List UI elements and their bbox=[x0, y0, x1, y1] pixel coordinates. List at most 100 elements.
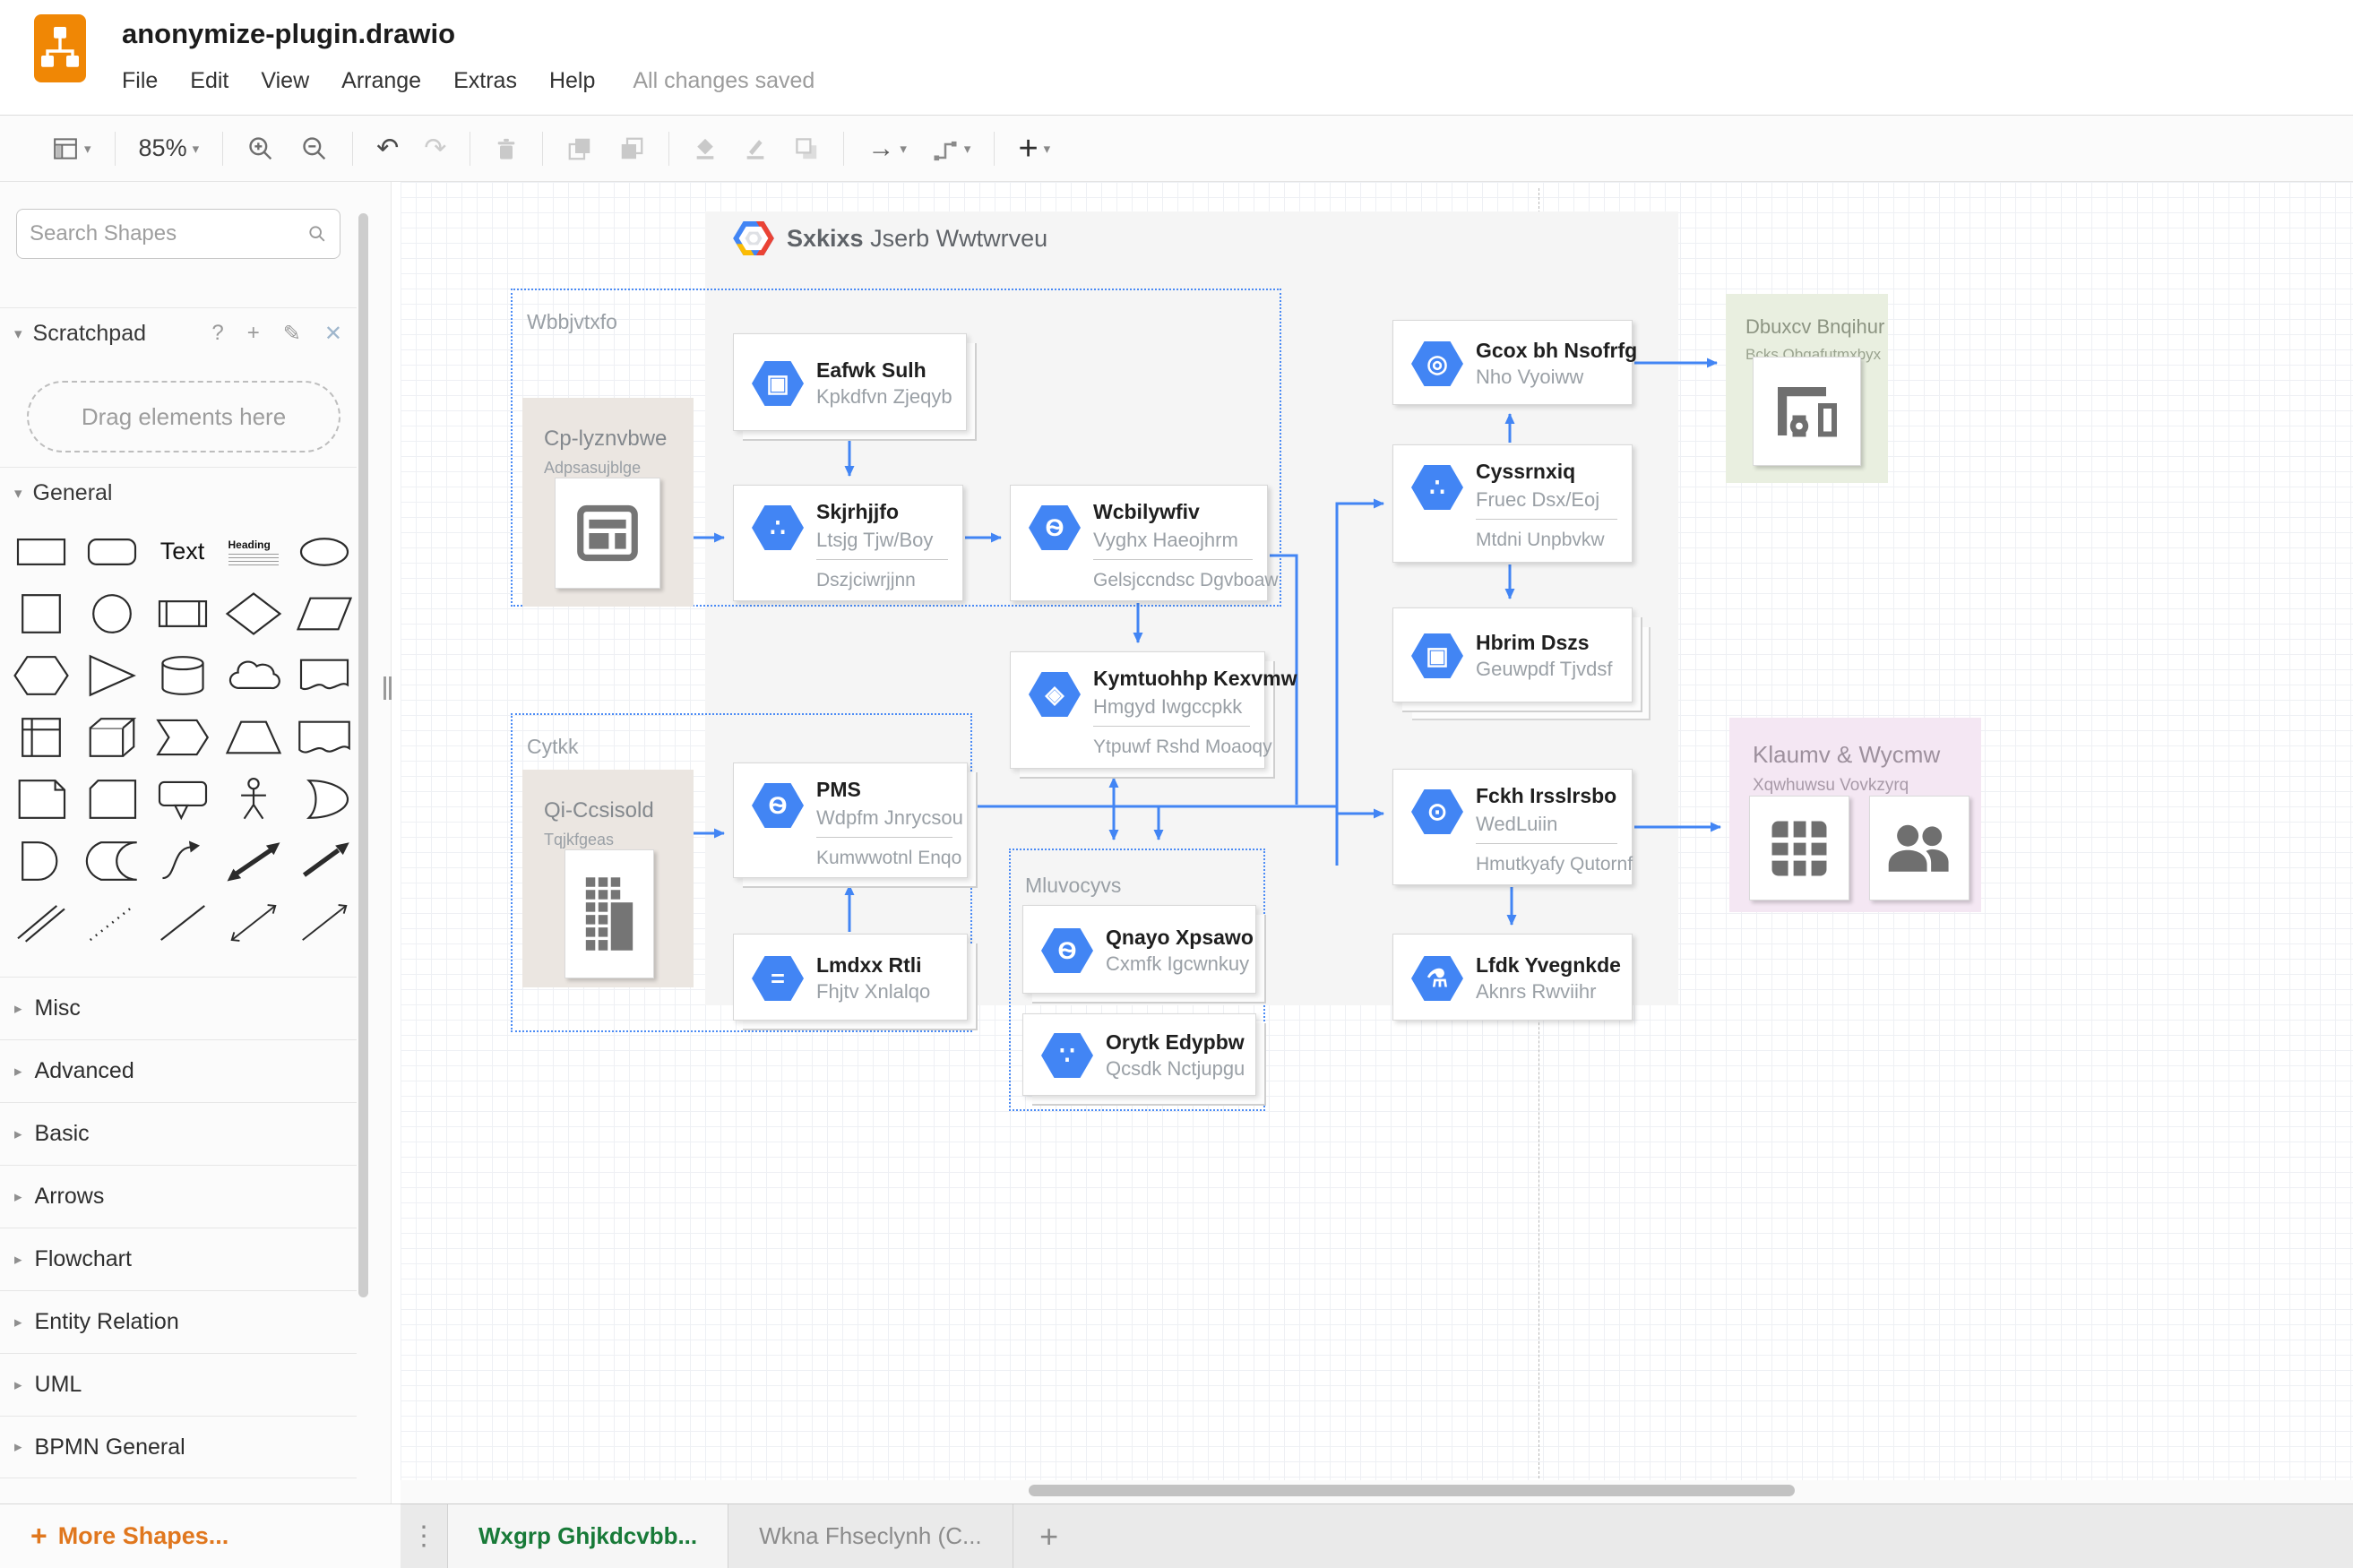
redo-button[interactable]: ↷ bbox=[424, 134, 446, 162]
section-advanced[interactable]: ▸ Advanced bbox=[0, 1039, 357, 1102]
node-lfdk[interactable]: ⚗ Lfdk Yvegnkde Aknrs Rwviihr bbox=[1392, 934, 1633, 1021]
to-back-button[interactable] bbox=[618, 135, 645, 162]
section-basic[interactable]: ▸ Basic bbox=[0, 1102, 357, 1165]
help-icon[interactable]: ? bbox=[211, 321, 223, 347]
shape-curve[interactable] bbox=[147, 830, 218, 892]
node-skjrhjjfo[interactable]: ∴ Skjrhjjfo Ltsjg Tjw/Boy Dszjciwrjjnn bbox=[733, 485, 963, 601]
shadow-button[interactable] bbox=[793, 135, 820, 162]
zoom-level-dropdown[interactable]: 85% ▾ bbox=[139, 134, 200, 162]
view-panels-button[interactable]: ▾ bbox=[52, 135, 91, 162]
shape-hexagon[interactable] bbox=[5, 644, 76, 706]
shape-diamond[interactable] bbox=[218, 582, 289, 644]
menu-view[interactable]: View bbox=[261, 68, 309, 94]
shape-cloud[interactable] bbox=[218, 644, 289, 706]
node-gcox[interactable]: ◎ Gcox bh Nsofrfg Nho Vyoiww bbox=[1392, 320, 1637, 405]
shape-directional-connector[interactable] bbox=[289, 892, 359, 953]
node-wcbilywfiv[interactable]: Ѳ Wcbilywfiv Vyghx Haeojhrm Gelsjccndsc … bbox=[1010, 485, 1279, 601]
pages-menu-button[interactable]: ⋮ bbox=[401, 1504, 447, 1568]
undo-button[interactable]: ↶ bbox=[376, 134, 399, 162]
shape-bidirectional-connector[interactable] bbox=[218, 892, 289, 953]
node-lmdxx[interactable]: = Lmdxx Rtli Fhjtv Xnlalqo bbox=[733, 934, 968, 1021]
scratchpad-dropzone[interactable]: Drag elements here bbox=[27, 381, 340, 452]
zoom-in-button[interactable] bbox=[246, 134, 275, 163]
sidebar-scrollbar[interactable] bbox=[358, 213, 368, 1297]
fill-color-button[interactable] bbox=[693, 135, 718, 162]
zoom-out-button[interactable] bbox=[300, 134, 329, 163]
delete-button[interactable] bbox=[494, 135, 519, 162]
node-cyssrnxiq[interactable]: ∴ Cyssrnxiq Fruec Dsx/Eoj Mtdni Unpbvkw bbox=[1392, 444, 1633, 563]
zone-qi-ccsisold[interactable]: Qi-Ccsisold Tqjkfgeas bbox=[522, 770, 694, 987]
node-orytk[interactable]: ∵ Orytk Edypbw Qcsdk Nctjupgu bbox=[1022, 1013, 1256, 1096]
node-pms[interactable]: Ѳ PMS Wdpfm Jnrycsou Kumwwotnl Enqo bbox=[733, 762, 968, 878]
waypoint-style-button[interactable]: ▾ bbox=[932, 135, 970, 162]
zone-cp-lyznvbwe[interactable]: Cp-lyznvbwe Adpsasujblge bbox=[522, 398, 694, 607]
shape-text[interactable]: Text bbox=[147, 521, 218, 582]
shape-step[interactable] bbox=[147, 706, 218, 768]
shape-document[interactable] bbox=[289, 644, 359, 706]
menu-edit[interactable]: Edit bbox=[190, 68, 228, 94]
insert-button[interactable]: + ▾ bbox=[1018, 132, 1050, 166]
shape-circle[interactable] bbox=[76, 582, 147, 644]
menu-file[interactable]: File bbox=[122, 68, 158, 94]
shape-actor[interactable] bbox=[218, 768, 289, 830]
shape-or[interactable] bbox=[289, 768, 359, 830]
general-section-header[interactable]: ▾ General bbox=[0, 467, 357, 519]
shape-ellipse[interactable] bbox=[289, 521, 359, 582]
shape-and[interactable] bbox=[5, 830, 76, 892]
menu-arrange[interactable]: Arrange bbox=[341, 68, 421, 94]
shape-rectangle[interactable] bbox=[5, 521, 76, 582]
genomics-icon: Ѳ bbox=[1029, 505, 1081, 550]
shape-bidirectional-arrow[interactable] bbox=[218, 830, 289, 892]
shape-callout[interactable] bbox=[147, 768, 218, 830]
scratchpad-header[interactable]: ▾ Scratchpad ? + ✎ ✕ bbox=[0, 307, 357, 359]
shape-square[interactable] bbox=[5, 582, 76, 644]
horizontal-scrollbar[interactable] bbox=[1029, 1485, 1795, 1496]
shape-cylinder[interactable] bbox=[147, 644, 218, 706]
tab-inactive-page[interactable]: Wkna Fhseclynh (C... bbox=[728, 1504, 1013, 1568]
add-page-button[interactable]: + bbox=[1013, 1504, 1085, 1568]
shape-data-storage[interactable] bbox=[76, 830, 147, 892]
edit-icon[interactable]: ✎ bbox=[283, 321, 301, 347]
shape-arrow[interactable] bbox=[289, 830, 359, 892]
menu-help[interactable]: Help bbox=[549, 68, 595, 94]
node-qnayo[interactable]: Ѳ Qnayo Xpsawo Cxmfk Igcwnkuy bbox=[1022, 905, 1256, 994]
shape-internal-storage[interactable] bbox=[5, 706, 76, 768]
add-icon[interactable]: + bbox=[247, 321, 260, 347]
shape-dotted-line[interactable] bbox=[76, 892, 147, 953]
menu-extras[interactable]: Extras bbox=[453, 68, 517, 94]
zone-dbuxcv-bnqihur[interactable]: Dbuxcv Bnqihur Bcks Obqafutmxbyx bbox=[1726, 294, 1888, 483]
node-hbrim[interactable]: ▣ Hbrim Dszs Geuwpdf Tjvdsf bbox=[1392, 607, 1633, 702]
section-arrows[interactable]: ▸ Arrows bbox=[0, 1165, 357, 1228]
shape-parallelogram[interactable] bbox=[289, 582, 359, 644]
shape-triangle[interactable] bbox=[76, 644, 147, 706]
shape-line[interactable] bbox=[147, 892, 218, 953]
shape-process[interactable] bbox=[147, 582, 218, 644]
node-fckh[interactable]: ⊙ Fckh Irsslrsbo WedLuiin Hmutkyafy Quto… bbox=[1392, 769, 1633, 885]
shape-link[interactable] bbox=[5, 892, 76, 953]
search-shapes-box[interactable] bbox=[16, 209, 340, 259]
node-eafwk[interactable]: ▣ Eafwk Sulh Kpkdfvn Zjeqyb bbox=[733, 333, 967, 431]
save-status: All changes saved bbox=[633, 68, 815, 93]
shape-tape[interactable] bbox=[289, 706, 359, 768]
section-uml[interactable]: ▸ UML bbox=[0, 1353, 357, 1416]
zone-klaumv-wycmw[interactable]: Klaumv & Wycmw Xqwhuwsu Vovkzyrq bbox=[1729, 718, 1981, 912]
shape-note[interactable] bbox=[5, 768, 76, 830]
tab-active-page[interactable]: Wxgrp Ghjkdcvbb... bbox=[447, 1504, 729, 1568]
node-kymtuohhp[interactable]: ◈ Kymtuohhp Kexvmw Hmgyd Iwgccpkk Ytpuwf… bbox=[1010, 651, 1297, 769]
section-bpmn-general[interactable]: ▸ BPMN General bbox=[0, 1416, 357, 1478]
shape-cube[interactable] bbox=[76, 706, 147, 768]
shape-trapezoid[interactable] bbox=[218, 706, 289, 768]
section-entity-relation[interactable]: ▸ Entity Relation bbox=[0, 1290, 357, 1353]
more-shapes-button[interactable]: + More Shapes... bbox=[0, 1503, 401, 1568]
connection-style-button[interactable]: → ▾ bbox=[867, 134, 907, 162]
sidebar-collapse-handle[interactable] bbox=[384, 676, 392, 700]
section-flowchart[interactable]: ▸ Flowchart bbox=[0, 1228, 357, 1290]
search-input[interactable] bbox=[30, 221, 307, 246]
shape-rounded-rectangle[interactable] bbox=[76, 521, 147, 582]
shape-card[interactable] bbox=[76, 768, 147, 830]
section-misc[interactable]: ▸ Misc bbox=[0, 977, 357, 1039]
close-icon[interactable]: ✕ bbox=[324, 321, 342, 347]
shape-heading[interactable]: Heading bbox=[218, 521, 289, 582]
line-color-button[interactable] bbox=[743, 135, 768, 162]
to-front-button[interactable] bbox=[566, 135, 593, 162]
